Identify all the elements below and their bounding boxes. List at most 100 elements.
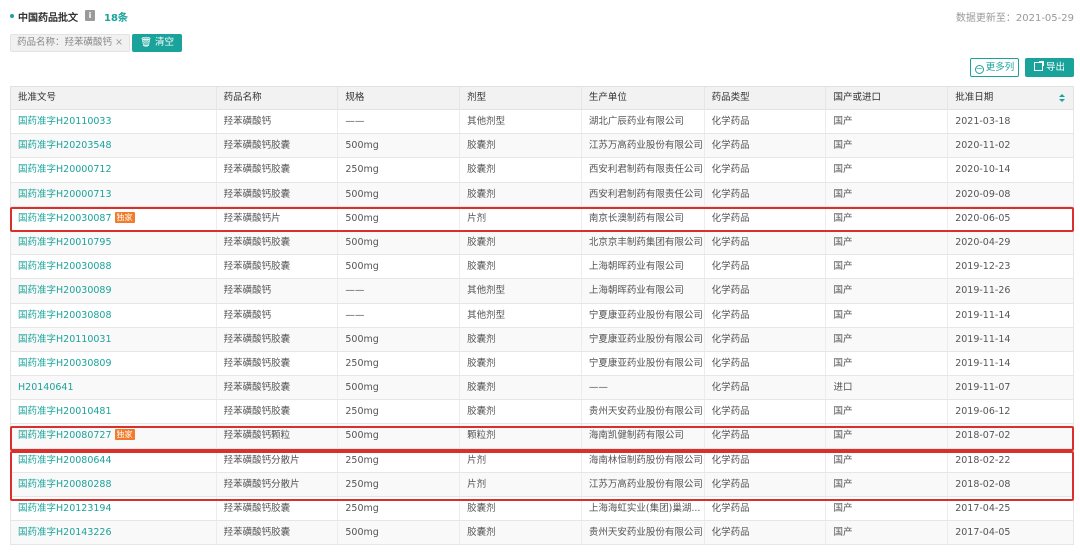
approval-number-link[interactable]: 国药准字H20123194 [11,497,217,521]
cell-text: 胶囊剂 [467,382,496,394]
column-header[interactable]: 批准文号 [11,87,217,109]
approval-number-link[interactable]: 国药准字H20000713 [11,182,217,206]
table-cell: 胶囊剂 [460,182,582,206]
column-header[interactable]: 国产或进口 [826,87,949,109]
approval-number-link[interactable]: 国药准字H20030087 独家 [11,206,217,230]
table-cell: 羟苯磺酸钙胶囊 [217,400,339,424]
column-header[interactable]: 剂型 [460,87,582,109]
approval-number-link[interactable]: 国药准字H20030809 [11,351,217,376]
cell-text: 国产 [833,406,853,418]
approval-number-link[interactable]: 国药准字H20030088 [11,255,217,279]
column-header-approval-date[interactable]: 批准日期 [948,87,1073,109]
table-cell: 国产 [826,182,949,206]
table-row[interactable]: 国药准字H20010481 羟苯磺酸钙胶囊 250mg 胶囊剂 贵州天安药业股份有限公司… [10,400,1074,425]
approval-number-link[interactable]: 国药准字H20110031 [11,327,217,351]
table-row[interactable]: 国药准字H20080727 独家 羟苯磺酸钙颗粒 500mg 颗粒剂 海南凯健制药有限公司… [10,424,1074,449]
cell-text: 国药准字H20143226 [18,527,112,539]
clear-filters-button[interactable]: 🗑 清空 [132,34,182,52]
table-cell: 胶囊剂 [460,327,582,351]
table-row[interactable]: 国药准字H20010795 羟苯磺酸钙胶囊 500mg 胶囊剂 北京京丰制药集团有限公司… [10,230,1074,256]
table-row[interactable]: 国药准字H20080288 羟苯磺酸钙分散片 250mg 片剂 江苏万高药业股份有限公司… [10,472,1074,497]
cell-text: 500mg [345,382,379,394]
cell-text: 250mg [345,478,379,490]
cell-text: 250mg [345,164,379,176]
table-row[interactable]: 国药准字H20000713 羟苯磺酸钙胶囊 500mg 胶囊剂 西安利君制药有限责任公司… [10,182,1074,207]
cell-text: 胶囊剂 [467,164,496,176]
approval-number-link[interactable]: 国药准字H20080644 [11,448,217,472]
cell-text: 国药准字H20080288 [18,478,112,490]
column-header[interactable]: 生产单位 [582,87,705,109]
table-cell: —— [338,279,461,303]
cell-text: 化学药品 [711,188,750,200]
table-cell: 北京京丰制药集团有限公司 [582,230,705,255]
table-row[interactable]: 国药准字H20123194 羟苯磺酸钙胶囊 250mg 胶囊剂 上海海虹实业(集团)巢湖… [10,497,1074,522]
cell-text: 2019-12-23 [955,261,1011,273]
cell-text: 2017-04-05 [955,527,1011,539]
table-row[interactable]: 国药准字H20203548 羟苯磺酸钙胶囊 500mg 胶囊剂 江苏万高药业股份有限公司… [10,134,1074,159]
table-cell: 化学药品 [705,448,827,472]
approval-number-link[interactable]: 国药准字H20110033 [11,110,217,134]
cell-text: 羟苯磺酸钙胶囊 [223,164,291,176]
table-row[interactable]: 国药准字H20143226 羟苯磺酸钙胶囊 500mg 胶囊剂 贵州天安药业股份有限公司… [10,521,1074,546]
cell-text: 国药准字H20000713 [18,188,112,200]
table-row[interactable]: 国药准字H20030809 羟苯磺酸钙胶囊 250mg 胶囊剂 宁夏康亚药业股份有限公司… [10,351,1074,377]
cell-text: 化学药品 [711,309,750,321]
cell-text: 国产 [833,140,853,152]
table-row[interactable]: 国药准字H20110033 羟苯磺酸钙 —— 其他剂型 湖北广辰药业有限公司 化学药品 国产… [10,110,1074,135]
sort-icon[interactable] [1058,94,1065,103]
table-cell: 250mg [338,400,461,424]
cell-text: 2019-11-14 [955,309,1011,321]
table-row[interactable]: 国药准字H20030088 羟苯磺酸钙胶囊 500mg 胶囊剂 上海朝晖药业有限公司 化学… [10,255,1074,280]
column-header[interactable]: 药品类型 [705,87,827,109]
cell-text: 500mg [345,333,379,345]
approval-table: 批准文号 药品名称 规格 剂型 生产单位 药品类型 国产或进口 批准日期 国药准… [10,86,1074,546]
cell-text: 国药准字H20030808 [18,309,112,321]
column-header[interactable]: 药品名称 [217,87,339,109]
table-row[interactable]: 国药准字H20030808 羟苯磺酸钙 —— 其他剂型 宁夏康亚药业股份有限公司 化学药品… [10,303,1074,328]
cell-text: 羟苯磺酸钙胶囊 [223,261,291,273]
approval-number-link[interactable]: 国药准字H20030089 [11,279,217,303]
table-cell: 国产 [826,279,949,303]
cell-text: 上海朝晖药业有限公司 [588,261,684,273]
approval-number-link[interactable]: 国药准字H20010481 [11,400,217,424]
table-row[interactable]: 国药准字H20030089 羟苯磺酸钙 —— 其他剂型 上海朝晖药业有限公司 化学药品 国产… [10,279,1074,304]
cell-text: 片剂 [467,454,487,466]
approval-number-link[interactable]: 国药准字H20080727 独家 [11,424,217,448]
cell-text: 250mg [345,454,379,466]
table-cell: 2020-04-29 [948,231,1073,254]
approval-number-link[interactable]: 国药准字H20010795 [11,230,217,255]
cell-text: 羟苯磺酸钙分散片 [223,478,300,490]
table-cell: 国产 [826,206,949,230]
approval-number-link[interactable]: 国药准字H20143226 [11,521,217,545]
table-row[interactable]: 国药准字H20000712 羟苯磺酸钙胶囊 250mg 胶囊剂 西安利君制药有限责任公司… [10,158,1074,183]
cell-text: 250mg [345,406,379,418]
close-icon[interactable]: × [115,37,123,48]
table-cell: 2020-10-14 [948,158,1073,181]
table-cell: 片剂 [460,206,582,230]
table-cell: 海南凯健制药有限公司 [582,424,705,448]
approval-number-link[interactable]: 国药准字H20080288 [11,472,217,496]
approval-number-link[interactable]: H20140641 [11,376,217,400]
cell-text: 羟苯磺酸钙 [223,285,272,297]
more-columns-button[interactable]: − 更多列 [970,58,1019,77]
cell-text: 湖北广辰药业有限公司 [588,116,684,127]
table-cell: 宁夏康亚药业股份有限公司 [582,303,705,327]
export-button[interactable]: 导出 [1025,58,1074,77]
filter-chip-drug-name[interactable]: 药品名称：羟苯磺酸钙 × [10,34,130,52]
info-icon[interactable]: i [85,10,95,21]
cell-text: 2019-06-12 [955,406,1011,418]
approval-number-link[interactable]: 国药准字H20030808 [11,303,217,327]
table-row[interactable]: 国药准字H20080644 羟苯磺酸钙分散片 250mg 片剂 海南林恒制药股份有限公司… [10,448,1074,473]
table-row[interactable]: 国药准字H20110031 羟苯磺酸钙胶囊 500mg 胶囊剂 宁夏康亚药业股份有限公司… [10,327,1074,352]
table-row[interactable]: 国药准字H20030087 独家 羟苯磺酸钙片 500mg 片剂 南京长澳制药有限公司 化学… [10,206,1074,231]
column-header[interactable]: 规格 [338,87,461,109]
cell-text: 2021-03-18 [955,116,1011,127]
approval-number-link[interactable]: 国药准字H20203548 [11,134,217,158]
table-cell: 500mg [338,230,461,255]
cell-text: 海南凯健制药有限公司 [588,430,684,442]
approval-number-link[interactable]: 国药准字H20000712 [11,158,217,182]
table-cell: 西安利君制药有限责任公司 [582,182,705,206]
table-row[interactable]: H20140641 羟苯磺酸钙胶囊 500mg 胶囊剂 —— 化学药品 进口 2019-11-… [10,376,1074,401]
cell-text: 化学药品 [711,527,750,539]
table-cell: 国产 [826,497,949,521]
